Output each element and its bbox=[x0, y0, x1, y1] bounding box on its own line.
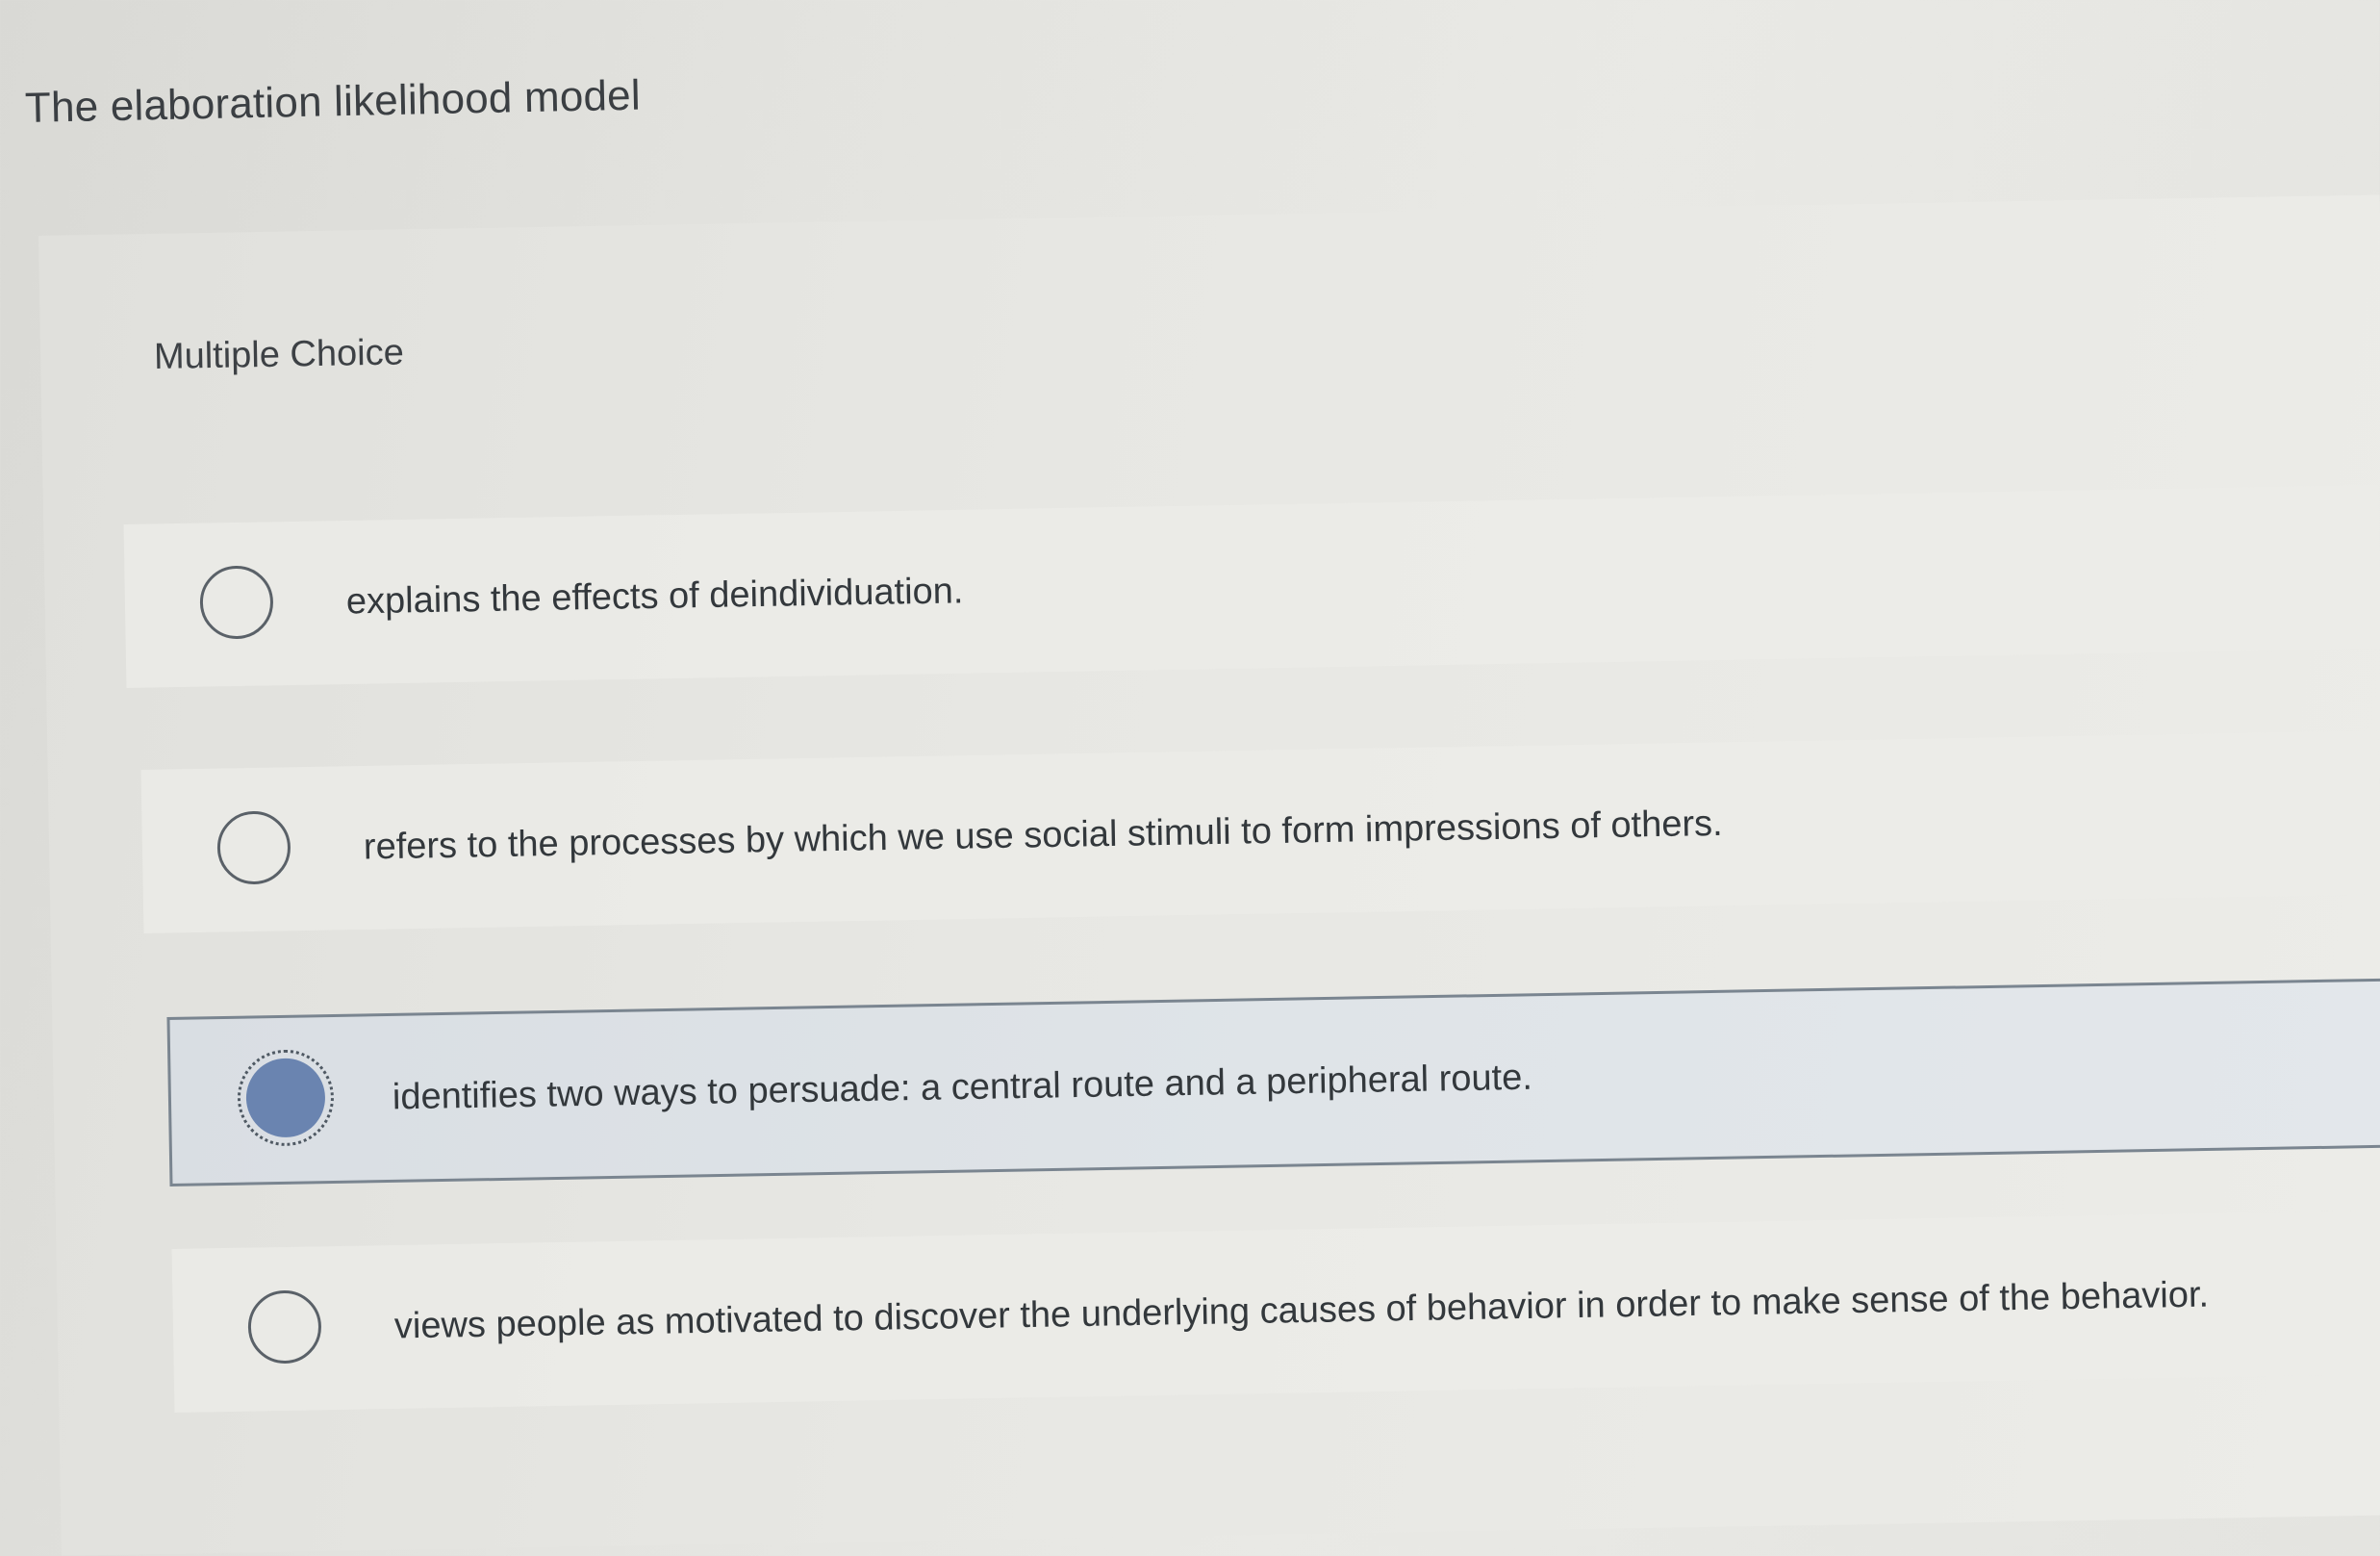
choice-label[interactable]: views people as motivated to discover th… bbox=[394, 1275, 2210, 1348]
choice-list: explains the effects of deindividuation.… bbox=[0, 0, 2380, 1556]
choice-label[interactable]: identifies two ways to persuade: a centr… bbox=[392, 1058, 1533, 1119]
radio-button-icon[interactable] bbox=[247, 1289, 322, 1365]
choice-option-3[interactable]: identifies two ways to persuade: a centr… bbox=[166, 978, 2380, 1186]
choice-label[interactable]: refers to the processes by which we use … bbox=[364, 804, 1723, 869]
choice-option-4[interactable]: views people as motivated to discover th… bbox=[171, 1210, 2380, 1413]
choice-option-1[interactable]: explains the effects of deindividuation. bbox=[123, 485, 2380, 688]
radio-button-icon[interactable] bbox=[199, 565, 274, 640]
choice-label[interactable]: explains the effects of deindividuation. bbox=[346, 571, 964, 623]
radio-button-icon[interactable] bbox=[216, 810, 291, 885]
choice-option-2[interactable]: refers to the processes by which we use … bbox=[140, 730, 2380, 933]
radio-button-checked-icon[interactable] bbox=[237, 1049, 335, 1147]
